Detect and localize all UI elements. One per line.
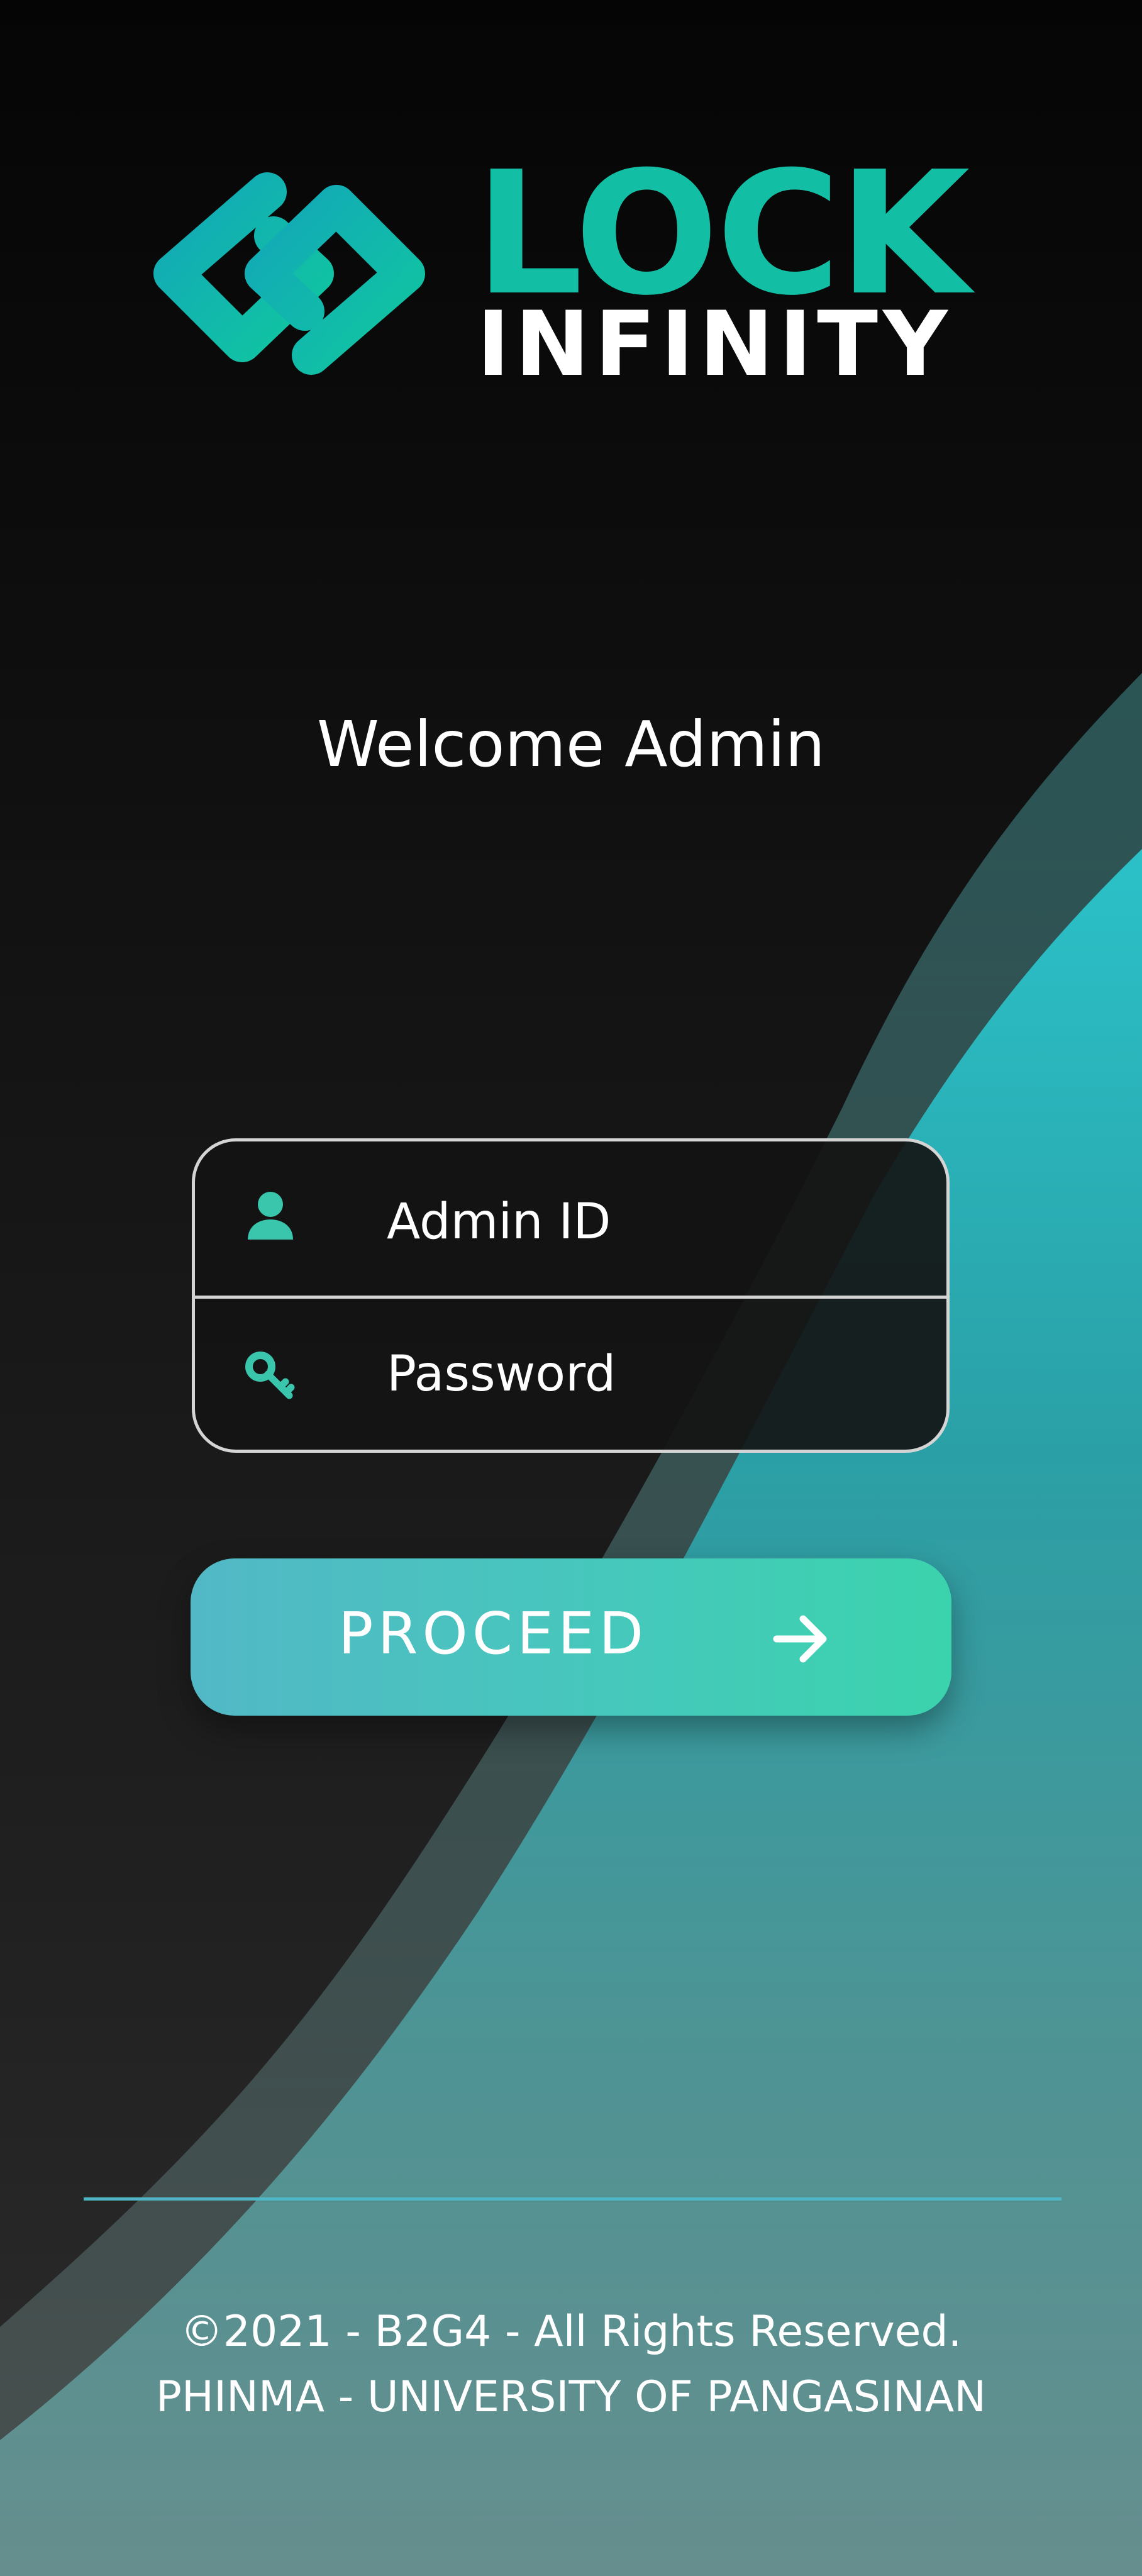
login-form — [192, 1138, 950, 1453]
brand-name-infinity: INFINITY — [477, 292, 953, 396]
key-icon — [245, 1352, 295, 1399]
password-input[interactable] — [387, 1343, 921, 1406]
admin-id-input[interactable] — [387, 1191, 921, 1253]
footer-institution: PHINMA - UNIVERSITY OF PANGASINAN — [155, 2372, 987, 2422]
brand-logo: LOCK INFINITY — [126, 149, 1006, 396]
proceed-button-label: PROCEED — [338, 1600, 648, 1667]
footer-divider — [84, 2197, 1062, 2201]
infinity-lock-logo-icon — [153, 172, 425, 375]
welcome-title: Welcome Admin — [317, 708, 825, 781]
arrow-right-icon — [773, 1615, 827, 1663]
proceed-button[interactable]: PROCEED — [191, 1558, 951, 1716]
user-icon — [248, 1192, 293, 1240]
footer-copyright: ©2021 - B2G4 - All Rights Reserved. — [180, 2307, 962, 2357]
password-field — [195, 1299, 946, 1450]
admin-id-field — [195, 1141, 946, 1299]
login-screen: LOCK INFINITY Welcome Admin PROCEED ©202… — [0, 0, 1142, 2576]
